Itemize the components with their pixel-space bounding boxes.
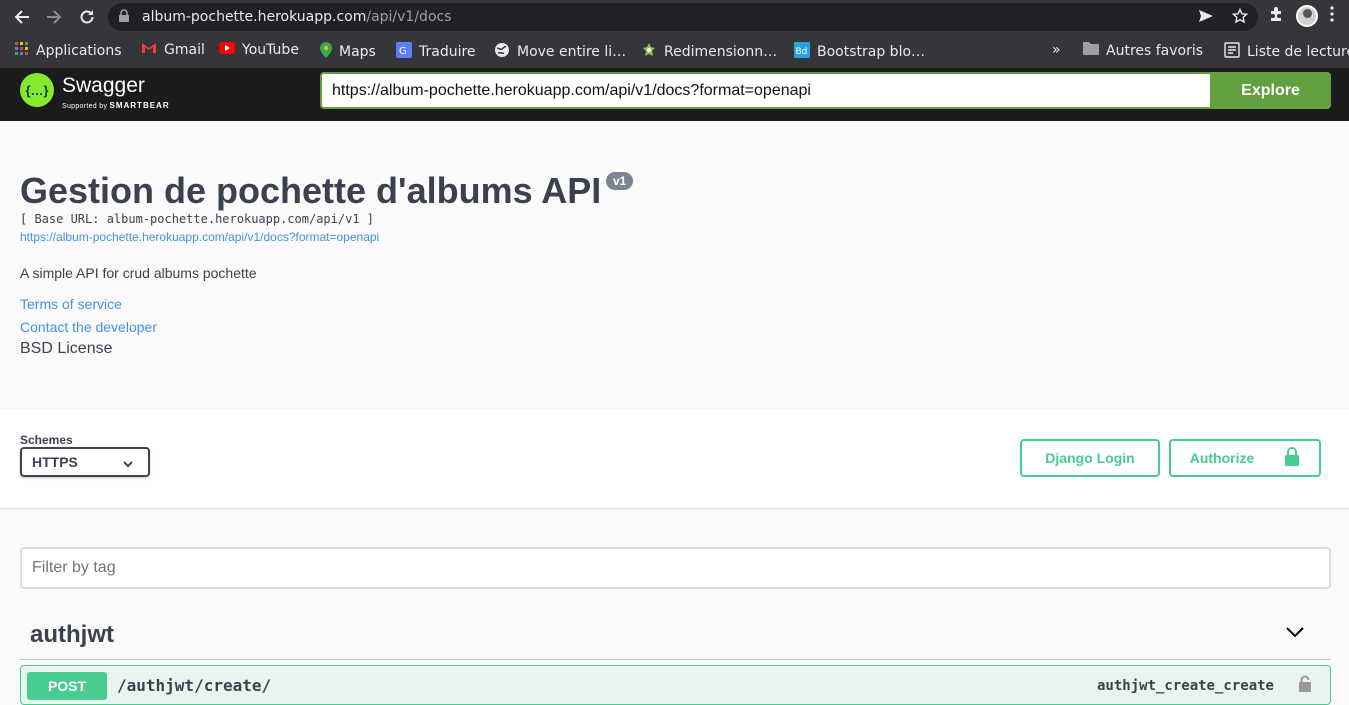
- puzzle-icon: [641, 42, 657, 62]
- address-bar[interactable]: album-pochette.herokuapp.com/api/v1/docs: [108, 3, 1258, 31]
- bookmark-move-entire[interactable]: Move entire li…: [494, 42, 626, 62]
- operation-id: authjwt_create_create: [1096, 678, 1274, 694]
- bookmark-label: Liste de lecture: [1247, 44, 1349, 60]
- chevron-double-right-icon: »: [1052, 42, 1061, 58]
- authorize-button[interactable]: Authorize: [1169, 439, 1321, 477]
- back-icon[interactable]: [10, 5, 34, 29]
- reload-icon[interactable]: [75, 5, 99, 29]
- tag-header-authjwt[interactable]: authjwt: [20, 609, 1331, 660]
- bookmark-youtube[interactable]: YouTube: [219, 42, 299, 58]
- bookmark-label: YouTube: [242, 42, 299, 58]
- url-text: album-pochette.herokuapp.com/api/v1/docs: [142, 9, 452, 25]
- bookmark-applications[interactable]: Applications: [15, 42, 122, 60]
- filter-by-tag-input[interactable]: [20, 547, 1331, 589]
- bookmark-label: Autres favoris: [1106, 42, 1204, 59]
- method-badge: POST: [27, 672, 107, 700]
- bookmark-traduire[interactable]: G Traduire: [396, 42, 476, 62]
- menu-dots-icon[interactable]: [1330, 5, 1334, 27]
- chevron-down-icon: [1285, 625, 1305, 644]
- extensions-icon[interactable]: [1268, 6, 1284, 27]
- bookmark-redimensionn[interactable]: Redimensionn…: [641, 42, 777, 62]
- bookmark-label: Gmail: [164, 42, 205, 58]
- url-host: album-pochette.herokuapp.com: [142, 9, 367, 25]
- license-text: BSD License: [20, 340, 113, 357]
- brand-sub-prefix: Supported by: [62, 103, 108, 110]
- api-description: A simple API for crud albums pochette: [20, 265, 257, 281]
- bookmark-label: Applications: [36, 43, 122, 59]
- chevron-down-icon: [122, 457, 134, 473]
- spec-url-input[interactable]: [320, 72, 1211, 109]
- bookmark-bootstrap[interactable]: Bd Bootstrap blo…: [794, 42, 925, 62]
- reading-list[interactable]: Liste de lecture: [1224, 42, 1349, 62]
- version-badge: v1: [606, 172, 634, 190]
- swagger-logo-icon[interactable]: {…}: [20, 73, 54, 107]
- bookmark-maps[interactable]: Maps: [320, 42, 376, 62]
- forward-icon[interactable]: [42, 5, 66, 29]
- swagger-brand-sub: Supported by SMARTBEAR: [62, 101, 170, 110]
- youtube-icon: [219, 42, 235, 58]
- gmail-icon: [141, 42, 157, 58]
- swagger-topbar: {…} Swagger Supported by SMARTBEAR Explo…: [0, 68, 1349, 121]
- translate-icon: G: [396, 42, 412, 62]
- unlocked-icon: [1284, 446, 1300, 470]
- bookmarks-overflow[interactable]: »: [1052, 42, 1061, 58]
- explore-button[interactable]: Explore: [1210, 72, 1331, 109]
- bookmark-other[interactable]: Autres favoris: [1083, 42, 1203, 59]
- bookmark-label: Redimensionn…: [664, 44, 778, 60]
- folder-icon: [1083, 42, 1099, 59]
- address-row: album-pochette.herokuapp.com/api/v1/docs: [0, 0, 1349, 34]
- url-path: /api/v1/docs: [366, 9, 452, 25]
- profile-avatar[interactable]: [1296, 5, 1318, 27]
- bookmark-label: Traduire: [419, 44, 476, 60]
- api-title: Gestion de pochette d'albums API: [20, 170, 602, 211]
- terms-of-service-link[interactable]: Terms of service: [20, 296, 122, 312]
- apps-grid-icon: [15, 42, 29, 60]
- contact-developer-link[interactable]: Contact the developer: [20, 319, 157, 335]
- bookmarks-bar: Applications Gmail YouTube Maps G Tradui…: [0, 34, 1349, 68]
- spec-link[interactable]: https://album-pochette.herokuapp.com/api…: [20, 230, 379, 244]
- swagger-brand: Swagger: [62, 74, 145, 97]
- django-login-button[interactable]: Django Login: [1020, 439, 1160, 477]
- bookmark-label: Maps: [339, 44, 376, 60]
- bookmark-label: Move entire li…: [517, 44, 627, 60]
- browser-chrome: album-pochette.herokuapp.com/api/v1/docs: [0, 0, 1349, 68]
- svg-text:G: G: [399, 46, 407, 57]
- scheme-selected-value: HTTPS: [32, 454, 78, 470]
- reading-list-icon: [1224, 42, 1240, 62]
- bootstrap-icon: Bd: [794, 42, 810, 62]
- schemes-title: Schemes: [20, 433, 73, 447]
- operation-post-authjwt-create[interactable]: POST /authjwt/create/ authjwt_create_cre…: [20, 665, 1331, 705]
- star-icon[interactable]: [1231, 7, 1249, 29]
- maps-icon: [320, 42, 332, 62]
- base-url: [ Base URL: album-pochette.herokuapp.com…: [20, 212, 375, 226]
- brand-sub-company: SMARTBEAR: [109, 101, 170, 110]
- tag-name: authjwt: [30, 621, 114, 648]
- globe-icon: [494, 42, 510, 62]
- lock-icon: [118, 9, 130, 28]
- authorize-label: Authorize: [1189, 450, 1255, 466]
- lock-icon[interactable]: [1298, 675, 1312, 698]
- schemes-container: Schemes HTTPS Django Login Authorize: [0, 409, 1349, 508]
- svg-text:Bd: Bd: [796, 47, 808, 57]
- bookmark-label: Bootstrap blo…: [817, 44, 926, 60]
- scheme-select[interactable]: HTTPS: [20, 447, 150, 477]
- send-icon[interactable]: [1198, 8, 1214, 29]
- bookmark-gmail[interactable]: Gmail: [141, 42, 205, 58]
- operation-path: /authjwt/create/: [117, 676, 272, 695]
- swagger-logo-glyph: {…}: [25, 82, 49, 98]
